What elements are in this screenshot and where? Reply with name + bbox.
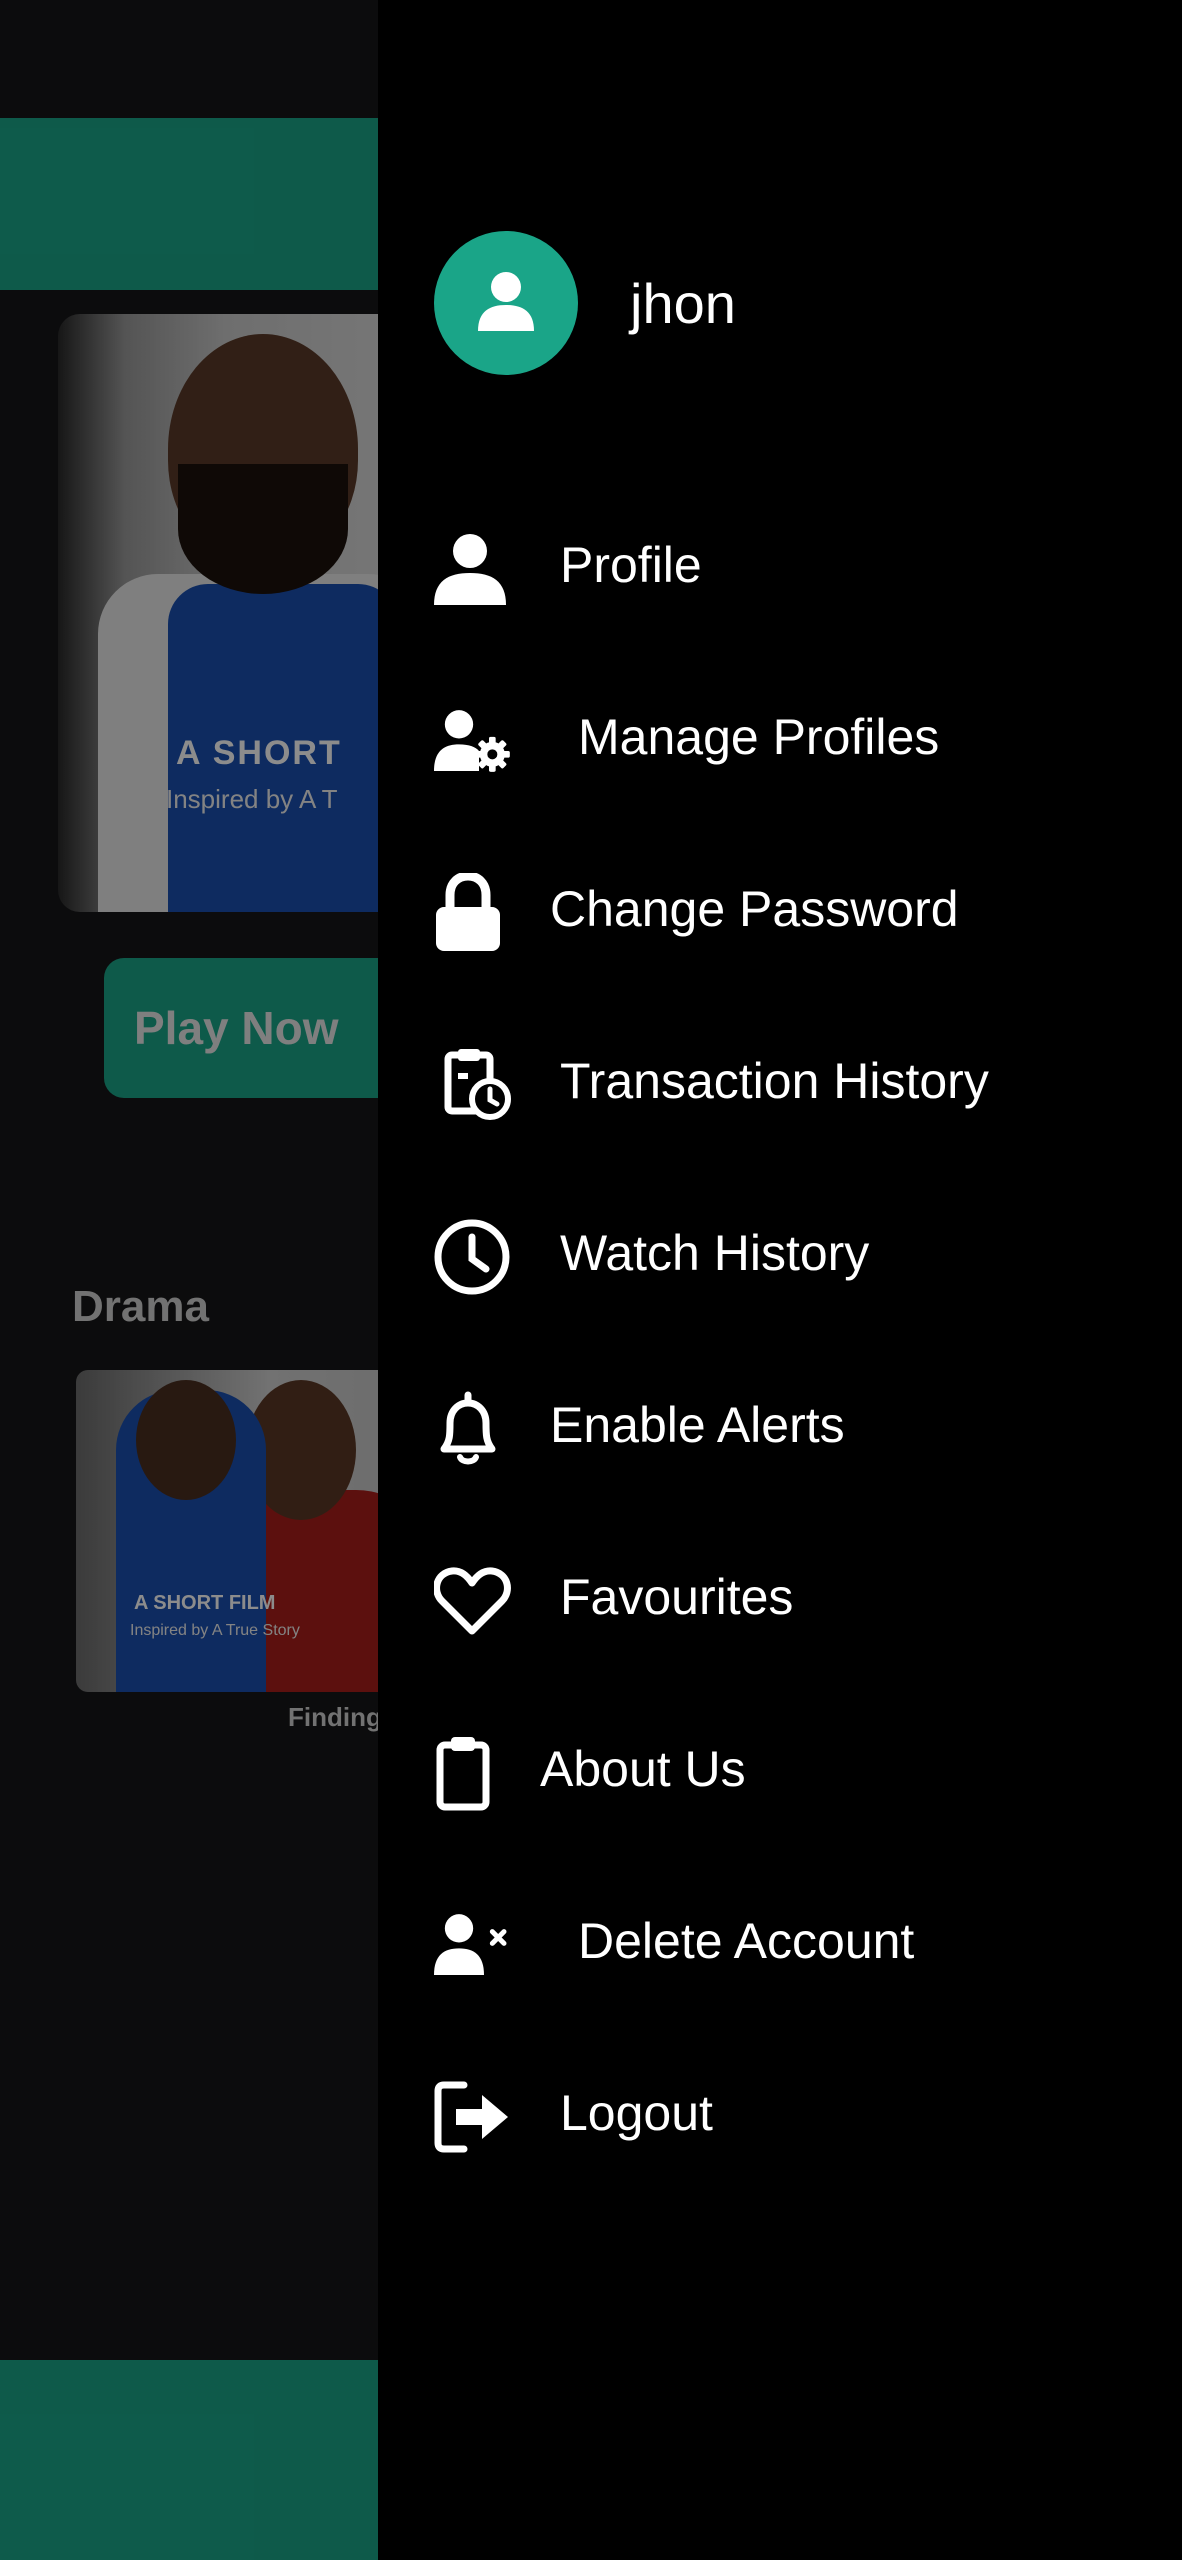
clipboard-clock-icon [444, 1045, 524, 1125]
clock-icon [434, 1217, 514, 1297]
user-xmark-icon [434, 1905, 514, 1985]
menu-item-profile[interactable]: Profile [378, 493, 1182, 633]
menu-item-watch-history[interactable]: Watch History [378, 1181, 1182, 1321]
bell-icon [434, 1389, 514, 1469]
user-gear-icon [434, 701, 514, 781]
heart-icon [434, 1561, 514, 1641]
menu-item-label: Transaction History [560, 1053, 989, 1109]
clipboard-icon [434, 1733, 514, 1813]
menu-item-label: About Us [540, 1741, 746, 1797]
lock-icon [434, 873, 514, 953]
menu-item-about-us[interactable]: About Us [378, 1697, 1182, 1837]
menu-item-transaction-history[interactable]: Transaction History [378, 1009, 1182, 1149]
menu-item-label: Enable Alerts [550, 1397, 845, 1453]
menu-item-label: Change Password [550, 881, 959, 937]
user-icon [478, 272, 534, 331]
username: jhon [630, 272, 736, 335]
menu-item-label: Logout [560, 2085, 713, 2141]
logout-icon [434, 2077, 514, 2157]
user-icon [434, 529, 514, 609]
menu-item-label: Profile [560, 537, 702, 593]
menu-item-label: Watch History [560, 1225, 870, 1281]
menu-item-change-password[interactable]: Change Password [378, 837, 1182, 977]
menu-item-logout[interactable]: Logout [378, 2041, 1182, 2181]
menu-item-favourites[interactable]: Favourites [378, 1525, 1182, 1665]
menu-item-delete-account[interactable]: Delete Account [378, 1869, 1182, 2009]
menu-item-enable-alerts[interactable]: Enable Alerts [378, 1353, 1182, 1493]
menu-item-manage-profiles[interactable]: Manage Profiles [378, 665, 1182, 805]
menu-item-label: Favourites [560, 1569, 794, 1625]
avatar[interactable] [434, 231, 578, 375]
menu-item-label: Delete Account [578, 1913, 915, 1969]
navigation-drawer: jhon Profile Manage Profiles Change Pass… [378, 0, 1182, 2560]
menu-item-label: Manage Profiles [578, 709, 940, 765]
